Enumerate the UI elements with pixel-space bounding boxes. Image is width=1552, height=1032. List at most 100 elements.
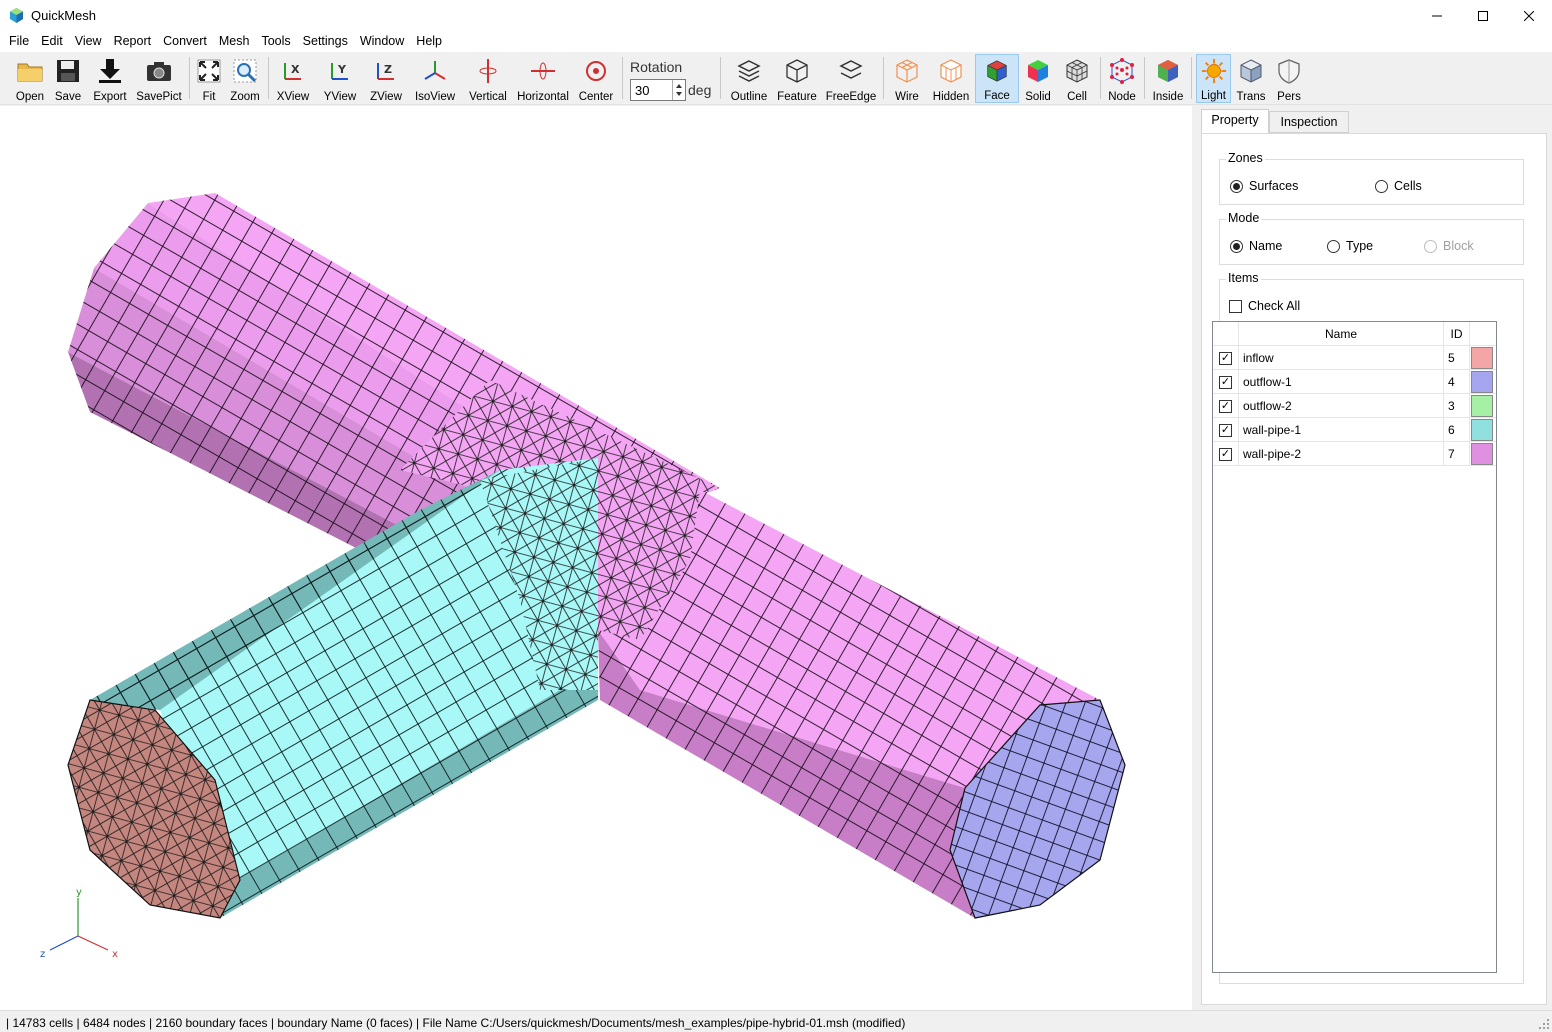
magnifier-icon: [233, 59, 257, 83]
header-id[interactable]: ID: [1444, 322, 1470, 346]
rotation-spin-buttons[interactable]: [672, 80, 685, 100]
horizontal-button[interactable]: Horizontal: [516, 54, 570, 103]
menu-settings[interactable]: Settings: [297, 31, 354, 52]
zview-label: ZView: [370, 91, 402, 103]
wire-button[interactable]: Wire: [889, 54, 925, 103]
zview-button[interactable]: Z ZView: [366, 54, 406, 103]
feature-cube-icon: [786, 59, 808, 83]
table-row[interactable]: ✓ wall-pipe-1 6: [1213, 418, 1496, 442]
wire-label: Wire: [895, 91, 919, 103]
checkbox-checked-icon[interactable]: ✓: [1219, 423, 1232, 437]
solid-button[interactable]: Solid: [1022, 54, 1054, 103]
center-button[interactable]: Center: [576, 54, 616, 103]
3d-viewport[interactable]: y x z: [0, 106, 1192, 1010]
cell-button[interactable]: Cell: [1060, 54, 1094, 103]
menu-file[interactable]: File: [3, 31, 35, 52]
pers-button[interactable]: Pers: [1272, 54, 1306, 103]
table-row[interactable]: ✓ outflow-2 3: [1213, 394, 1496, 418]
menu-edit[interactable]: Edit: [35, 31, 69, 52]
menu-tools[interactable]: Tools: [255, 31, 296, 52]
export-label: Export: [93, 91, 127, 103]
table-row[interactable]: ✓ wall-pipe-2 7: [1213, 442, 1496, 466]
solid-cube-icon: [1028, 60, 1048, 82]
isoview-button[interactable]: IsoView: [413, 54, 457, 103]
check-all-checkbox[interactable]: Check All: [1229, 299, 1300, 313]
trans-label: Trans: [1236, 91, 1266, 103]
checkbox-checked-icon[interactable]: ✓: [1219, 375, 1232, 389]
checkbox-checked-icon[interactable]: ✓: [1219, 351, 1232, 365]
maximize-button[interactable]: [1460, 0, 1506, 31]
spin-arrows-icon[interactable]: [673, 80, 685, 100]
savepict-button[interactable]: SavePict: [134, 54, 184, 103]
mesh-render[interactable]: y x z: [0, 106, 1192, 1010]
zones-cells-radio[interactable]: Cells: [1375, 179, 1422, 193]
xview-button[interactable]: X XView: [274, 54, 312, 103]
outline-button[interactable]: Outline: [728, 54, 770, 103]
feature-button[interactable]: Feature: [774, 54, 820, 103]
face-button[interactable]: Face: [975, 54, 1019, 103]
table-row[interactable]: ✓ outflow-1 4: [1213, 370, 1496, 394]
menu-view[interactable]: View: [69, 31, 108, 52]
mode-type-radio[interactable]: Type: [1327, 239, 1373, 253]
toolbar-separator: [1144, 57, 1145, 99]
app-logo-icon: [10, 8, 23, 23]
feature-label: Feature: [777, 91, 817, 103]
item-id: 4: [1448, 375, 1455, 389]
light-button[interactable]: Light: [1196, 54, 1231, 103]
inside-button[interactable]: Inside: [1150, 54, 1186, 103]
item-color-swatch[interactable]: [1471, 419, 1493, 441]
minimize-button[interactable]: [1414, 0, 1460, 31]
menu-convert[interactable]: Convert: [157, 31, 213, 52]
tab-inspection[interactable]: Inspection: [1269, 111, 1349, 133]
item-color-swatch[interactable]: [1471, 395, 1493, 417]
close-button[interactable]: [1506, 0, 1552, 31]
isoview-label: IsoView: [414, 91, 456, 103]
svg-text:X: X: [291, 63, 300, 76]
tab-property[interactable]: Property: [1201, 109, 1269, 134]
menu-mesh[interactable]: Mesh: [213, 31, 256, 52]
yview-button[interactable]: Y YView: [320, 54, 360, 103]
target-icon: [586, 61, 606, 81]
table-row[interactable]: ✓ inflow 5: [1213, 346, 1496, 370]
item-name: outflow-1: [1243, 375, 1292, 389]
iso-view-icon: [424, 61, 446, 80]
fit-label: Fit: [202, 91, 216, 103]
radio-unselected-icon: [1327, 239, 1340, 253]
node-button[interactable]: Node: [1105, 54, 1139, 103]
horizontal-rotate-icon: [531, 62, 555, 80]
checkbox-checked-icon[interactable]: ✓: [1219, 447, 1232, 461]
trans-button[interactable]: Trans: [1234, 54, 1268, 103]
export-button[interactable]: Export: [90, 54, 130, 103]
item-id: 3: [1448, 399, 1455, 413]
header-name[interactable]: Name: [1239, 322, 1444, 346]
axis-y-label: y: [76, 887, 82, 898]
menu-report[interactable]: Report: [108, 31, 158, 52]
toolbar-separator: [883, 57, 884, 99]
item-color-swatch[interactable]: [1471, 443, 1493, 465]
vertical-rotate-icon: [479, 59, 497, 83]
vertical-button[interactable]: Vertical: [465, 54, 511, 103]
save-button[interactable]: Save: [50, 54, 86, 103]
checkbox-checked-icon[interactable]: ✓: [1219, 399, 1232, 413]
rotation-angle-stepper[interactable]: 30: [630, 79, 686, 101]
zones-group: Zones Surfaces Cells: [1219, 151, 1524, 205]
shield-perspective-icon: [1278, 59, 1300, 84]
mode-name-radio[interactable]: Name: [1230, 239, 1282, 253]
item-color-swatch[interactable]: [1471, 371, 1493, 393]
item-color-swatch[interactable]: [1471, 347, 1493, 369]
menu-help[interactable]: Help: [410, 31, 448, 52]
fit-button[interactable]: Fit: [193, 54, 225, 103]
zones-surfaces-radio[interactable]: Surfaces: [1230, 179, 1298, 193]
mode-type-label: Type: [1346, 239, 1374, 253]
open-button[interactable]: Open: [12, 54, 48, 103]
toolbar-separator: [720, 57, 721, 99]
hidden-button[interactable]: Hidden: [930, 54, 972, 103]
freeedge-label: FreeEdge: [825, 91, 877, 103]
freeedge-button[interactable]: FreeEdge: [824, 54, 878, 103]
resize-grip-icon[interactable]: [1538, 1018, 1550, 1030]
minimize-icon: [1432, 15, 1442, 16]
zoom-button[interactable]: Zoom: [228, 54, 262, 103]
rotation-angle-value[interactable]: 30: [635, 83, 649, 98]
menu-window[interactable]: Window: [354, 31, 410, 52]
radio-selected-icon: [1230, 239, 1243, 253]
